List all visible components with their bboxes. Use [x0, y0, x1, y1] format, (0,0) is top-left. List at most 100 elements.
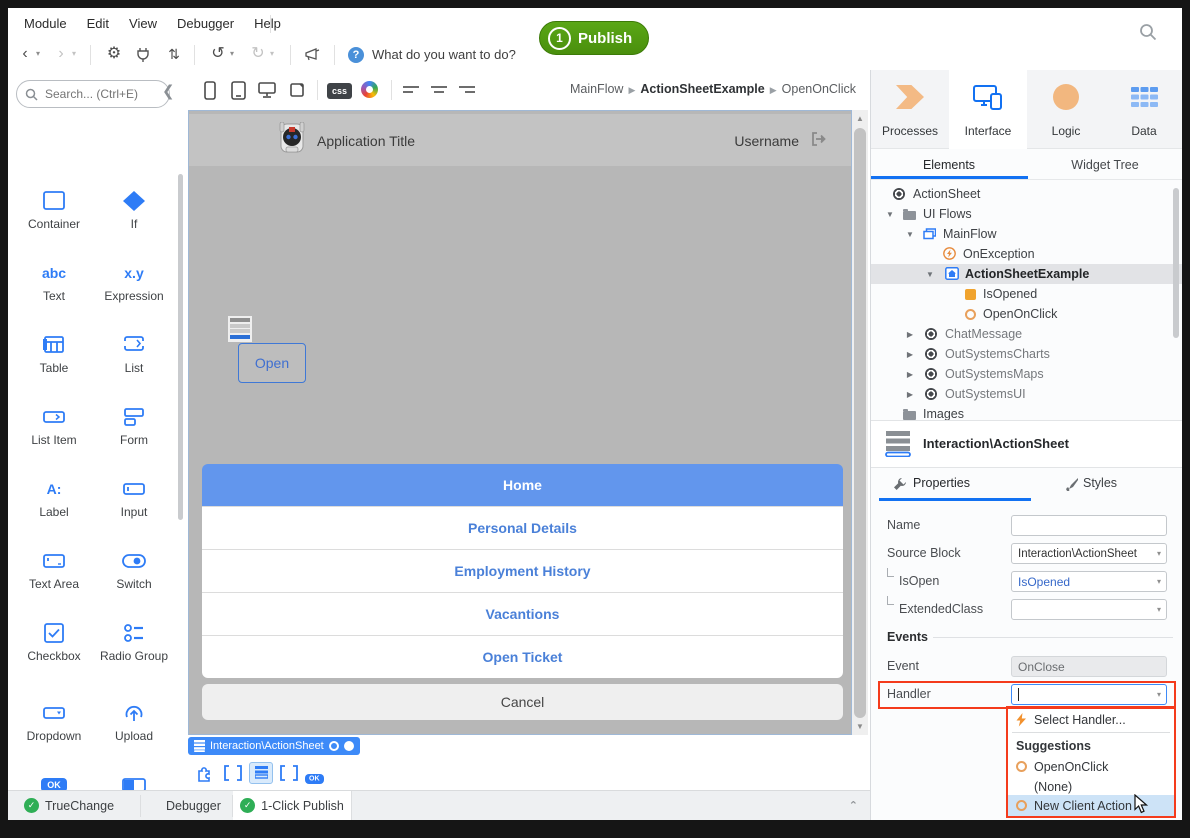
- collapse-toolbox-chevron-icon[interactable]: ❮: [162, 82, 175, 100]
- align-right-icon[interactable]: [459, 83, 475, 96]
- global-search-icon[interactable]: [1138, 22, 1158, 42]
- sheet-item-vacantions[interactable]: Vacantions: [202, 592, 843, 635]
- theme-colors-icon[interactable]: [361, 81, 378, 98]
- debugger-tab[interactable]: Debugger: [166, 791, 221, 820]
- breadcrumb-screen[interactable]: ActionSheetExample: [640, 82, 764, 96]
- canvas-scrollbar[interactable]: ▲ ▼: [852, 110, 868, 735]
- widget-expression[interactable]: x.y Expression: [96, 260, 172, 303]
- widget-text-area[interactable]: Text Area: [16, 548, 92, 591]
- scroll-down-icon[interactable]: ▼: [856, 722, 864, 731]
- tree-item-isopened[interactable]: IsOpened: [871, 284, 1182, 304]
- canvas-scroll-thumb[interactable]: [854, 128, 866, 718]
- sheet-item-employment-history[interactable]: Employment History: [202, 549, 843, 592]
- widget-list[interactable]: List: [96, 332, 172, 375]
- breadcrumb-action[interactable]: OpenOnClick: [782, 82, 856, 96]
- forward-history-caret[interactable]: ▾: [72, 40, 76, 68]
- toolbox-scrollbar[interactable]: [178, 174, 183, 520]
- tab-interface[interactable]: Interface: [949, 70, 1027, 149]
- menu-view[interactable]: View: [119, 8, 167, 40]
- tablet-preview-icon[interactable]: [227, 76, 249, 104]
- toolbox-search-input[interactable]: [43, 86, 147, 102]
- extended-class-dropdown[interactable]: ▾: [1011, 599, 1167, 620]
- name-input[interactable]: [1011, 515, 1167, 536]
- css-editor-icon[interactable]: css: [327, 81, 352, 99]
- widget-container[interactable]: Container: [16, 188, 92, 231]
- sheet-item-open-ticket[interactable]: Open Ticket: [202, 635, 843, 678]
- widget-input[interactable]: Input: [96, 476, 172, 519]
- isopen-dropdown[interactable]: IsOpened▾: [1011, 571, 1167, 592]
- assistant-help-icon[interactable]: ?: [348, 47, 364, 63]
- tab-data[interactable]: Data: [1105, 70, 1182, 149]
- tree-item-actionsheet[interactable]: ActionSheet: [871, 184, 1182, 204]
- menu-module[interactable]: Module: [14, 8, 77, 40]
- align-center-icon[interactable]: [431, 83, 447, 96]
- widget-list-item[interactable]: List Item: [16, 404, 92, 447]
- manage-dependencies-plug-icon[interactable]: [134, 46, 152, 64]
- expand-closed-icon[interactable]: ▶: [905, 370, 915, 379]
- desktop-preview-icon[interactable]: [255, 76, 279, 104]
- phone-preview-icon[interactable]: [199, 76, 221, 104]
- back-button[interactable]: ‹: [16, 40, 34, 68]
- tree-item-onexception[interactable]: OnException: [871, 244, 1182, 264]
- tree-item-chatmessage[interactable]: ▶ChatMessage: [871, 324, 1182, 344]
- widget-upload[interactable]: Upload: [96, 700, 172, 743]
- redo-button[interactable]: ↻: [248, 40, 268, 68]
- web-block-puzzle-icon[interactable]: [193, 762, 217, 784]
- widget-text[interactable]: abc Text: [16, 260, 92, 303]
- scroll-up-icon[interactable]: ▲: [856, 114, 864, 123]
- open-button[interactable]: Open: [238, 343, 306, 383]
- settings-gear-icon[interactable]: ⚙: [104, 40, 124, 68]
- expand-closed-icon[interactable]: ▶: [905, 390, 915, 399]
- expand-closed-icon[interactable]: ▶: [905, 350, 915, 359]
- widget-button-group[interactable]: Button Group: [96, 772, 172, 790]
- screen-preview[interactable]: Application Title Username Open Home Per…: [188, 110, 852, 735]
- redo-history-caret[interactable]: ▾: [270, 40, 274, 68]
- feedback-megaphone-icon[interactable]: [304, 47, 322, 63]
- tree-item-outsystemsmaps[interactable]: ▶OutSystemsMaps: [871, 364, 1182, 384]
- button-path-icon[interactable]: OK: [305, 767, 324, 785]
- widget-label[interactable]: A: Label: [16, 476, 92, 519]
- tree-item-openonclick[interactable]: OpenOnClick: [871, 304, 1182, 324]
- tab-processes[interactable]: Processes: [871, 70, 949, 149]
- expand-open-icon[interactable]: ▼: [885, 210, 895, 219]
- tree-item-actionsheetexample-selected[interactable]: ▼ActionSheetExample: [871, 264, 1182, 284]
- widget-button[interactable]: OK Button: [16, 772, 92, 790]
- selection-tag[interactable]: Interaction\ActionSheet: [188, 737, 360, 755]
- widget-switch[interactable]: Switch: [96, 548, 172, 591]
- tree-item-ui-flows[interactable]: ▼UI Flows: [871, 204, 1182, 224]
- widget-radio-group[interactable]: Radio Group: [96, 620, 172, 663]
- one-click-publish-button[interactable]: 1 Publish: [539, 21, 649, 55]
- container-brackets-icon[interactable]: [221, 762, 245, 784]
- forward-button[interactable]: ›: [52, 40, 70, 68]
- menu-item-openonclick[interactable]: OpenOnClick: [1008, 756, 1174, 777]
- widget-if[interactable]: If: [96, 188, 172, 231]
- expand-closed-icon[interactable]: ▶: [905, 330, 915, 339]
- source-block-dropdown[interactable]: Interaction\ActionSheet▾: [1011, 543, 1167, 564]
- widget-dropdown[interactable]: Dropdown: [16, 700, 92, 743]
- widget-checkbox[interactable]: Checkbox: [16, 620, 92, 663]
- breadcrumb-flow[interactable]: MainFlow: [570, 82, 624, 96]
- align-left-icon[interactable]: [403, 83, 419, 96]
- menu-item-select-handler[interactable]: Select Handler...: [1008, 709, 1174, 730]
- menu-help[interactable]: Help: [244, 8, 291, 40]
- tree-item-outsystemscharts[interactable]: ▶OutSystemsCharts: [871, 344, 1182, 364]
- tab-styles[interactable]: Styles: [1083, 476, 1117, 490]
- assistant-prompt[interactable]: What do you want to do?: [372, 47, 516, 62]
- container-brackets-icon[interactable]: [277, 762, 301, 784]
- tab-elements[interactable]: Elements: [871, 158, 1027, 172]
- undo-button[interactable]: ↺: [208, 40, 228, 68]
- expand-open-icon[interactable]: ▼: [925, 270, 935, 279]
- tab-properties[interactable]: Properties: [913, 476, 970, 490]
- sheet-item-personal-details[interactable]: Personal Details: [202, 506, 843, 549]
- username-label[interactable]: Username: [734, 133, 799, 149]
- actionsheet-widget-placeholder-icon[interactable]: [228, 316, 252, 342]
- tab-widget-tree[interactable]: Widget Tree: [1027, 158, 1182, 172]
- toolbox-search[interactable]: [16, 80, 170, 108]
- menu-edit[interactable]: Edit: [77, 8, 119, 40]
- tree-scrollbar[interactable]: [1173, 188, 1179, 338]
- sheet-cancel-button[interactable]: Cancel: [202, 684, 843, 720]
- compare-merge-icon[interactable]: ⇅: [164, 40, 184, 68]
- widget-form[interactable]: Form: [96, 404, 172, 447]
- menu-item-new-client-action[interactable]: New Client Action: [1008, 795, 1174, 816]
- truechange-tab[interactable]: ✓ TrueChange: [24, 791, 114, 820]
